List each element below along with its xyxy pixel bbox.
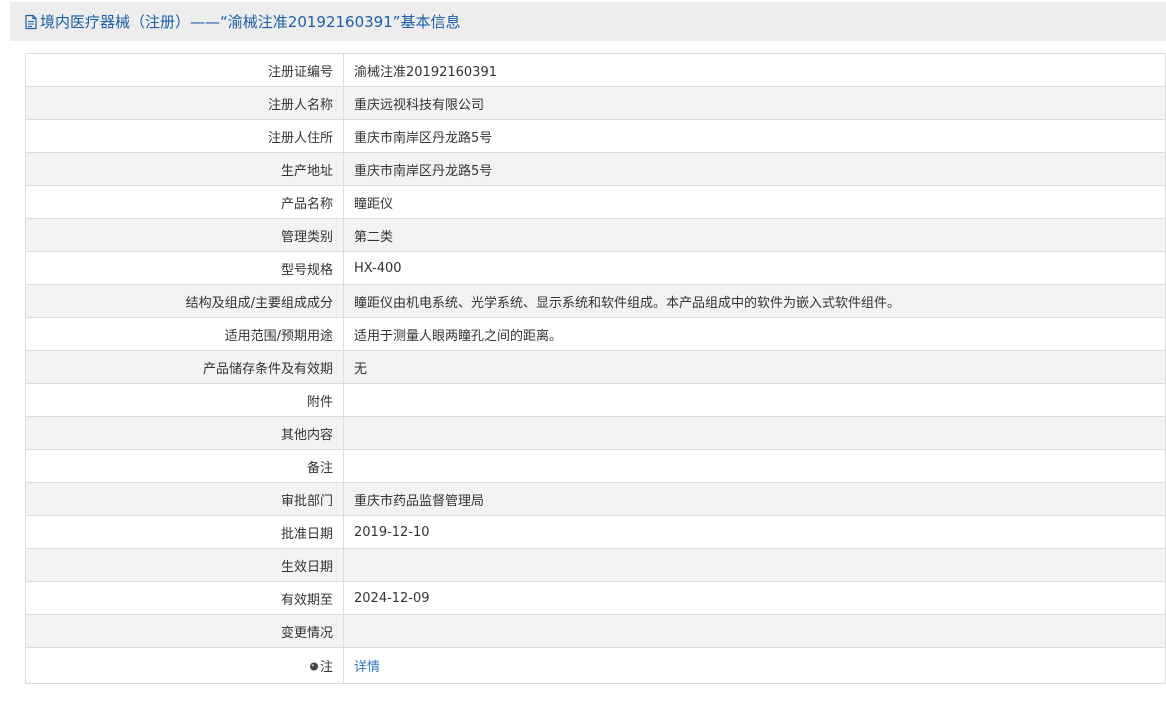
field-value: 渝械注准20192160391 xyxy=(343,53,1166,87)
table-row: 产品储存条件及有效期无 xyxy=(25,350,1166,384)
field-value: 2024-12-09 xyxy=(343,581,1166,615)
field-value: 第二类 xyxy=(343,218,1166,252)
field-label: 型号规格 xyxy=(25,251,344,285)
page-header: 境内医疗器械（注册）——“渝械注准20192160391”基本信息 xyxy=(10,2,1166,41)
table-row: 有效期至 2024-12-09 xyxy=(25,581,1166,615)
field-label: 附件 xyxy=(25,383,344,417)
info-table-body: 注册证编号 渝械注准20192160391 注册人名称 重庆远视科技有限公司 注册人住所… xyxy=(25,53,1166,684)
info-table: 注册证编号 渝械注准20192160391 注册人名称 重庆远视科技有限公司 注册人住所… xyxy=(25,53,1166,684)
field-label: 其他内容 xyxy=(25,416,344,450)
table-row: 其他内容 xyxy=(25,416,1166,450)
table-row: 生效日期 xyxy=(25,548,1166,582)
table-row: 结构及组成/主要组成成分 瞳距仪由机电系统、光学系统、显示系统和软件组成。本产品组… xyxy=(25,284,1166,318)
field-label: 注册人住所 xyxy=(25,119,344,153)
field-label: 生效日期 xyxy=(25,548,344,582)
table-row: 附件 xyxy=(25,383,1166,417)
field-value: 重庆市药品监督管理局 xyxy=(343,482,1166,516)
field-label: 适用范围/预期用途 xyxy=(25,317,344,351)
field-value xyxy=(343,449,1166,483)
table-row: 适用范围/预期用途 适用于测量人眼两瞳孔之间的距离。 xyxy=(25,317,1166,351)
field-value xyxy=(343,548,1166,582)
field-value: 瞳距仪由机电系统、光学系统、显示系统和软件组成。本产品组成中的软件为嵌入式软件组… xyxy=(343,284,1166,318)
field-label: 注册人名称 xyxy=(25,86,344,120)
pin-icon xyxy=(309,661,319,671)
note-label: 注 xyxy=(319,660,333,675)
table-row: 备注 xyxy=(25,449,1166,483)
table-row: 注册人名称 重庆远视科技有限公司 xyxy=(25,86,1166,120)
field-value xyxy=(343,383,1166,417)
field-label: 产品储存条件及有效期 xyxy=(25,350,344,384)
field-value: HX-400 xyxy=(343,251,1166,285)
document-icon xyxy=(24,14,38,30)
field-label: 管理类别 xyxy=(25,218,344,252)
field-label: 注册证编号 xyxy=(25,53,344,87)
field-value: 瞳距仪 xyxy=(343,185,1166,219)
details-link[interactable]: 详情 xyxy=(354,660,380,675)
field-label: 变更情况 xyxy=(25,614,344,648)
field-label: 产品名称 xyxy=(25,185,344,219)
field-value: 重庆市南岸区丹龙路5号 xyxy=(343,119,1166,153)
field-label: 生产地址 xyxy=(25,152,344,186)
page-title: 境内医疗器械（注册）——“渝械注准20192160391”基本信息 xyxy=(40,13,461,31)
table-row: 管理类别 第二类 xyxy=(25,218,1166,252)
field-value: 适用于测量人眼两瞳孔之间的距离。 xyxy=(343,317,1166,351)
table-row: 注册人住所 重庆市南岸区丹龙路5号 xyxy=(25,119,1166,153)
field-label: 批准日期 xyxy=(25,515,344,549)
field-value: 2019-12-10 xyxy=(343,515,1166,549)
table-row: 审批部门 重庆市药品监督管理局 xyxy=(25,482,1166,516)
field-value xyxy=(343,416,1166,450)
field-label: 有效期至 xyxy=(25,581,344,615)
table-row: 生产地址 重庆市南岸区丹龙路5号 xyxy=(25,152,1166,186)
table-row: 型号规格 HX-400 xyxy=(25,251,1166,285)
field-value xyxy=(343,614,1166,648)
note-label-cell: 注 xyxy=(25,647,344,684)
table-row: 批准日期 2019-12-10 xyxy=(25,515,1166,549)
field-value: 重庆市南岸区丹龙路5号 xyxy=(343,152,1166,186)
field-value: 重庆远视科技有限公司 xyxy=(343,86,1166,120)
note-value-cell: 详情 xyxy=(343,647,1166,684)
field-label: 备注 xyxy=(25,449,344,483)
table-row: 注册证编号 渝械注准20192160391 xyxy=(25,53,1166,87)
page: 境内医疗器械（注册）——“渝械注准20192160391”基本信息 注册证编号渝… xyxy=(0,0,1166,712)
table-row-note: 注 详情 xyxy=(25,647,1166,684)
field-value: 无 xyxy=(343,350,1166,384)
field-label: 结构及组成/主要组成成分 xyxy=(25,284,344,318)
table-row: 产品名称 瞳距仪 xyxy=(25,185,1166,219)
field-label: 审批部门 xyxy=(25,482,344,516)
table-row: 变更情况 xyxy=(25,614,1166,648)
